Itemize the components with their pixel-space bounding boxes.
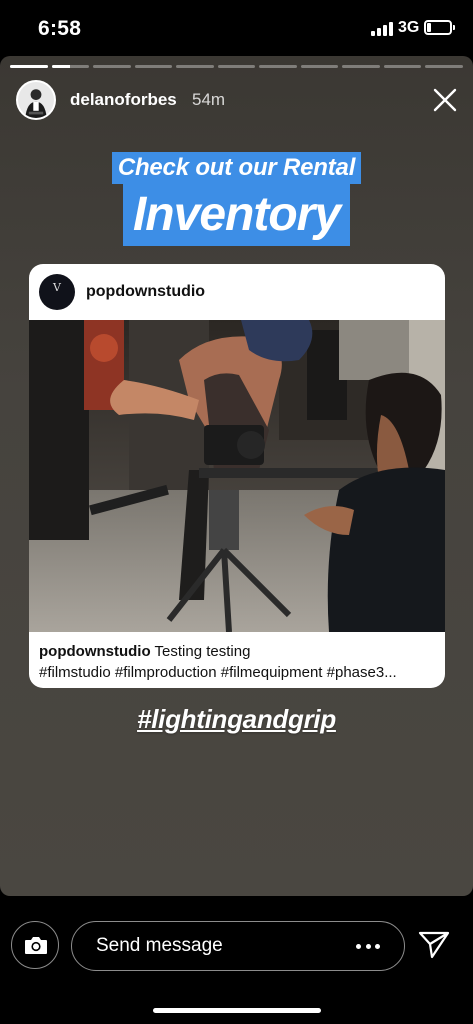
- story-view[interactable]: delanoforbes 54m Check out our Rental In…: [0, 56, 473, 896]
- status-bar: 6:58 3G: [0, 0, 473, 56]
- signal-icon: [371, 22, 393, 36]
- caption-username[interactable]: popdownstudio: [39, 643, 151, 660]
- progress-segment: [300, 65, 339, 68]
- send-icon: [418, 931, 450, 959]
- status-time: 6:58: [38, 17, 82, 40]
- story-username[interactable]: delanoforbes: [70, 90, 177, 110]
- reply-bar: [0, 896, 473, 1024]
- shared-post-header: V popdownstudio: [29, 264, 445, 320]
- progress-segment: [134, 65, 173, 68]
- camera-button[interactable]: [11, 921, 59, 969]
- progress-segment: [217, 65, 256, 68]
- hashtag-sticker[interactable]: #lightingandgrip: [137, 704, 336, 734]
- avatar-image: [18, 82, 54, 118]
- progress-segment: [342, 65, 380, 68]
- progress-segment: [176, 65, 214, 68]
- message-box[interactable]: [71, 921, 405, 971]
- headline-large: Inventory: [122, 184, 351, 246]
- story-timestamp: 54m: [192, 90, 226, 109]
- hashtag-sticker-wrap: #lightingandgrip: [0, 704, 473, 735]
- close-button[interactable]: [429, 84, 461, 116]
- shared-post-avatar-letter: V: [53, 281, 61, 294]
- send-message-input[interactable]: [96, 935, 336, 957]
- headline-small-wrap: Check out our Rental: [0, 152, 473, 184]
- shared-post-avatar[interactable]: V: [39, 274, 75, 310]
- headline-small: Check out our Rental: [111, 152, 362, 184]
- progress-segment: [383, 65, 422, 68]
- progress-segment: [51, 65, 90, 68]
- shared-post-card[interactable]: V popdownstudio popdownstudio Testing te…: [29, 264, 445, 688]
- more-options-button[interactable]: [356, 935, 380, 957]
- user-avatar[interactable]: [16, 80, 56, 120]
- home-indicator[interactable]: [153, 1008, 321, 1013]
- headline-large-wrap: Inventory: [0, 184, 473, 246]
- battery-icon: [424, 20, 455, 35]
- battery-fill: [427, 23, 432, 32]
- close-icon: [433, 88, 457, 112]
- story-progress: [10, 65, 464, 68]
- progress-segment: [259, 65, 297, 68]
- progress-segment: [93, 65, 131, 68]
- story-header: delanoforbes 54m: [16, 80, 461, 120]
- progress-segment: [10, 65, 48, 68]
- caption-text: Testing testing: [154, 643, 251, 660]
- caption-hashtags: #filmstudio #filmproduction #filmequipme…: [39, 664, 397, 681]
- camera-icon: [25, 937, 47, 954]
- network-type: 3G: [398, 19, 420, 36]
- screen: 6:58 3G delanoforbes 54m Check out our R…: [0, 0, 473, 1024]
- more-icon: [356, 943, 361, 949]
- shared-post-username[interactable]: popdownstudio: [86, 283, 205, 301]
- shared-post-caption: popdownstudio Testing testing #filmstudi…: [39, 641, 439, 683]
- direct-send-button[interactable]: [418, 930, 450, 960]
- progress-segment: [425, 65, 464, 68]
- shared-post-photo[interactable]: [29, 320, 445, 632]
